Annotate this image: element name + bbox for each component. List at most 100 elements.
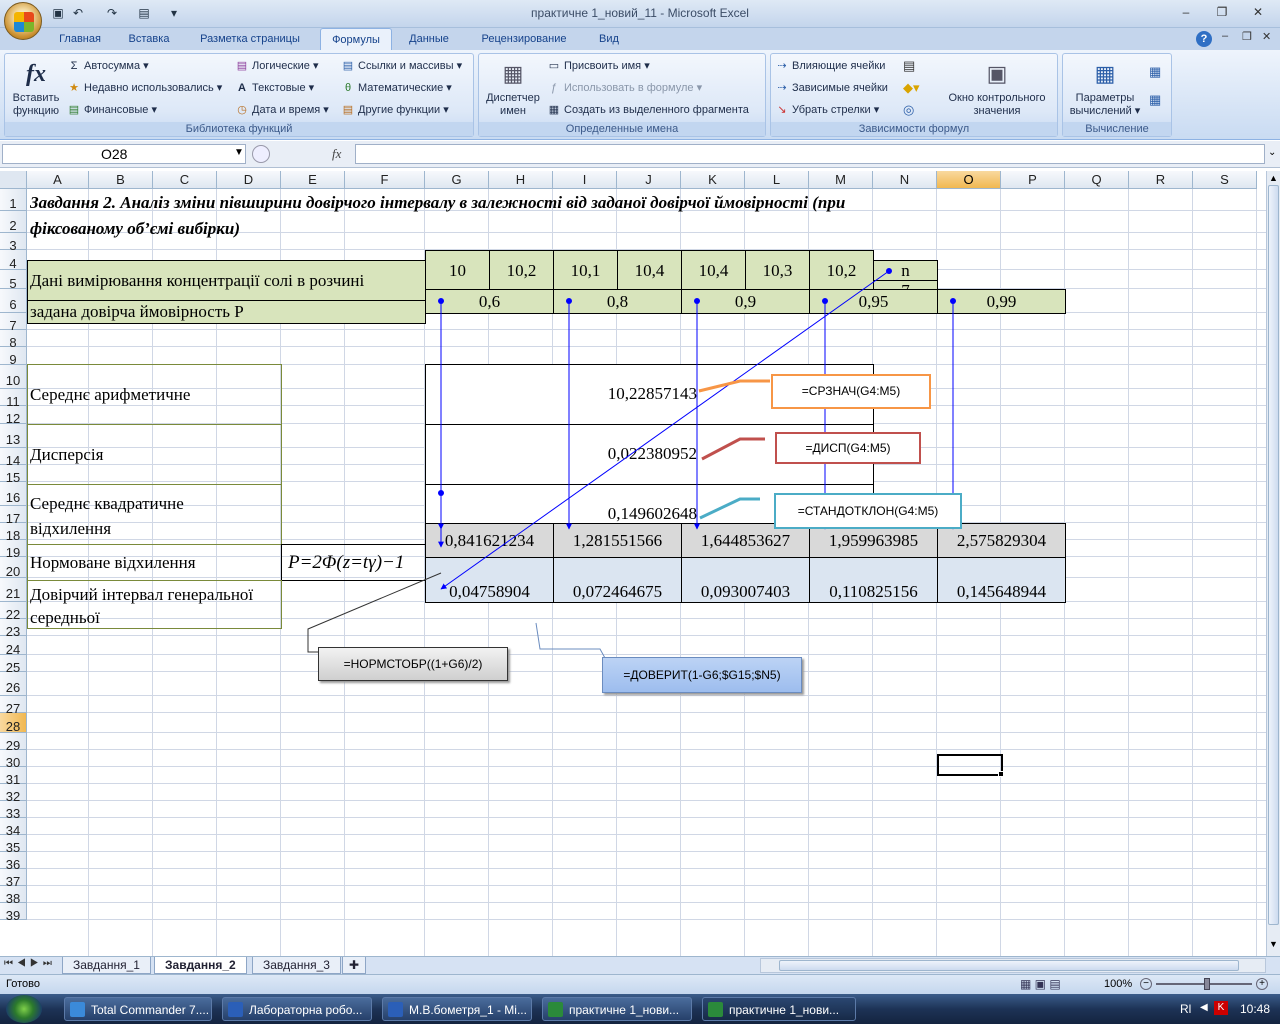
taskbar-item[interactable]: практичне 1_нови... <box>542 997 692 1021</box>
minimize-icon[interactable]: – <box>1174 3 1198 21</box>
book-icon: ▤ <box>236 60 248 73</box>
redo-icon[interactable]: ↷ <box>104 5 120 21</box>
remove-arrows-button[interactable]: ↘ Убрать стрелки ▾ <box>775 100 879 120</box>
app-icon <box>70 1002 85 1017</box>
scroll-down-icon[interactable]: ▼ <box>1268 939 1279 951</box>
grid-icon: ▦ <box>548 104 560 117</box>
text-button[interactable]: A Текстовые ▾ <box>235 78 314 98</box>
worksheet-grid[interactable]: ABCDEFGHIJKLMNOPQRS 1 2 3 4 5 6 7 8 9 10 11 12 13 14 1… <box>0 171 1266 956</box>
fill-handle[interactable] <box>998 771 1004 777</box>
logical-button[interactable]: ▤ Логические ▾ <box>235 56 319 76</box>
sigma-icon: Σ <box>70 60 78 73</box>
sheet-tab-1[interactable]: Завдання_1 <box>62 957 151 974</box>
taskbar-item[interactable]: Лабораторна робо... <box>222 997 372 1021</box>
formula-input[interactable] <box>355 144 1265 164</box>
workbook-close-icon[interactable]: ✕ <box>1262 30 1271 43</box>
start-button[interactable] <box>6 995 42 1023</box>
std-connector <box>699 497 760 520</box>
zoom-slider[interactable]: − + <box>1140 978 1270 990</box>
taskbar-item[interactable]: М.В.бометря_1 - Mi... <box>382 997 532 1021</box>
evaluate-formula-icon[interactable]: ◎ <box>903 102 923 120</box>
tab-formulas[interactable]: Формулы <box>320 28 392 50</box>
workbook-restore-icon[interactable]: ❐ <box>1242 30 1252 43</box>
restore-icon[interactable]: ❐ <box>1210 3 1234 21</box>
error-checking-icon[interactable]: ◆▾ <box>903 80 927 98</box>
antivirus-icon[interactable]: K <box>1214 1001 1228 1015</box>
vertical-scrollbar[interactable]: ▲ ▼ <box>1266 171 1280 956</box>
name-manager-button[interactable]: ▦ Диспетчер имен <box>481 58 545 118</box>
zoom-thumb[interactable] <box>1204 978 1210 990</box>
norm-callout-line <box>307 572 442 653</box>
financial-button[interactable]: ▤ Финансовые ▾ <box>67 100 157 120</box>
tab-review[interactable]: Рецензирование <box>466 28 582 50</box>
taskbar-item-active[interactable]: практичне 1_нови... <box>702 997 856 1021</box>
trace-dependents-button[interactable]: ⇢ Зависимые ячейки <box>775 78 888 98</box>
horizontal-scrollbar[interactable] <box>760 958 1266 973</box>
ci-callout-line <box>535 622 611 668</box>
tray-expand-icon[interactable]: ◀ <box>1200 1002 1208 1013</box>
taskbar-item[interactable]: Total Commander 7.... <box>64 997 212 1021</box>
zoom-out-icon[interactable]: − <box>1140 978 1152 990</box>
sheet-nav-icons[interactable]: ⏮◀▶⏭ <box>4 958 56 969</box>
calculation-options-button[interactable]: ▦ Параметры вычислений ▾ <box>1065 58 1145 118</box>
more-functions-button[interactable]: ▤ Другие функции ▾ <box>341 100 449 120</box>
show-formulas-icon[interactable]: ▤ <box>903 58 923 76</box>
office-button[interactable] <box>4 2 42 40</box>
name-box[interactable]: O28 <box>2 144 246 164</box>
clock-icon: ◷ <box>237 104 247 117</box>
book-icon: ▤ <box>68 104 80 117</box>
autosum-button[interactable]: Σ Автосумма ▾ <box>67 56 149 76</box>
math-button[interactable]: θ Математические ▾ <box>341 78 452 98</box>
fx-icon[interactable]: fx <box>332 146 341 162</box>
close-icon[interactable]: ✕ <box>1246 3 1270 21</box>
undo-icon[interactable]: ↶ <box>70 5 86 21</box>
calculate-sheet-icon[interactable]: ▦ <box>1149 92 1161 108</box>
create-from-selection-button[interactable]: ▦ Создать из выделенного фрагмента <box>547 100 749 120</box>
scroll-up-icon[interactable]: ▲ <box>1268 173 1279 185</box>
datetime-button[interactable]: ◷ Дата и время ▾ <box>235 100 329 120</box>
insert-function-button[interactable]: fx Вставить функцию <box>7 58 65 118</box>
eraser-icon: ↘ <box>777 104 787 117</box>
group-label: Определенные имена <box>479 122 765 136</box>
name-box-dropdown-icon[interactable]: ▼ <box>234 147 244 158</box>
save-icon[interactable]: ▣ <box>50 5 66 21</box>
use-in-formula-button[interactable]: ƒ Использовать в формуле ▾ <box>547 78 702 98</box>
lookup-button[interactable]: ▤ Ссылки и массивы ▾ <box>341 56 462 76</box>
print-preview-icon[interactable]: ▤ <box>136 5 152 21</box>
tab-page-layout[interactable]: Разметка страницы <box>186 28 314 50</box>
zoom-level[interactable]: 100% <box>1104 978 1132 990</box>
scroll-thumb[interactable] <box>1268 185 1279 925</box>
workbook-minimize-icon[interactable]: – <box>1222 30 1228 42</box>
sheet-tab-2[interactable]: Завдання_2 <box>154 957 247 974</box>
tab-home[interactable]: Главная <box>48 28 112 50</box>
name-manager-icon: ▦ <box>502 61 524 86</box>
calculate-now-icon[interactable]: ▦ <box>1149 64 1161 80</box>
recent-functions-button[interactable]: ★ Недавно использовались ▾ <box>67 78 222 98</box>
h-scroll-thumb[interactable] <box>779 960 1239 971</box>
active-cell[interactable] <box>937 754 1003 776</box>
watch-window-button[interactable]: ▣ Окно контрольного значения <box>939 58 1055 118</box>
customize-qat-icon[interactable]: ▾ <box>166 5 182 21</box>
view-normal-icon[interactable]: ▦ ▣ ▤ <box>1020 977 1061 991</box>
zoom-in-icon[interactable]: + <box>1256 978 1268 990</box>
expand-formula-bar-icon[interactable]: ⌄ <box>1268 147 1276 158</box>
tab-insert[interactable]: Вставка <box>118 28 180 50</box>
help-icon[interactable]: ? <box>1196 31 1212 47</box>
insert-sheet-icon[interactable]: ✚ <box>342 957 367 974</box>
status-ready: Готово <box>6 978 40 990</box>
group-label: Вычисление <box>1063 122 1171 136</box>
variance-callout: =ДИСП(G4:M5) <box>775 432 921 464</box>
tab-data[interactable]: Данные <box>398 28 460 50</box>
trace-precedents-button[interactable]: ⇢ Влияющие ячейки <box>775 56 885 76</box>
function-library-group: fx Вставить функцию Σ Автосумма ▾ ★ Недавн… <box>4 53 474 137</box>
mean-callout: =СРЗНАЧ(G4:M5) <box>771 374 931 409</box>
defined-names-group: ▦ Диспетчер имен ▭ Присвоить имя ▾ ƒ Испол… <box>478 53 766 137</box>
language-indicator[interactable]: Rl <box>1180 1002 1191 1016</box>
group-label: Библиотека функций <box>5 122 473 136</box>
norm-callout: =НОРМСТОБР((1+G6)/2) <box>318 647 508 681</box>
tab-view[interactable]: Вид <box>588 28 630 50</box>
cancel-entry-icon[interactable] <box>252 145 270 163</box>
define-name-button[interactable]: ▭ Присвоить имя ▾ <box>547 56 650 76</box>
text-a-icon: A <box>238 82 246 95</box>
sheet-tab-3[interactable]: Завдання_3 <box>252 957 341 974</box>
